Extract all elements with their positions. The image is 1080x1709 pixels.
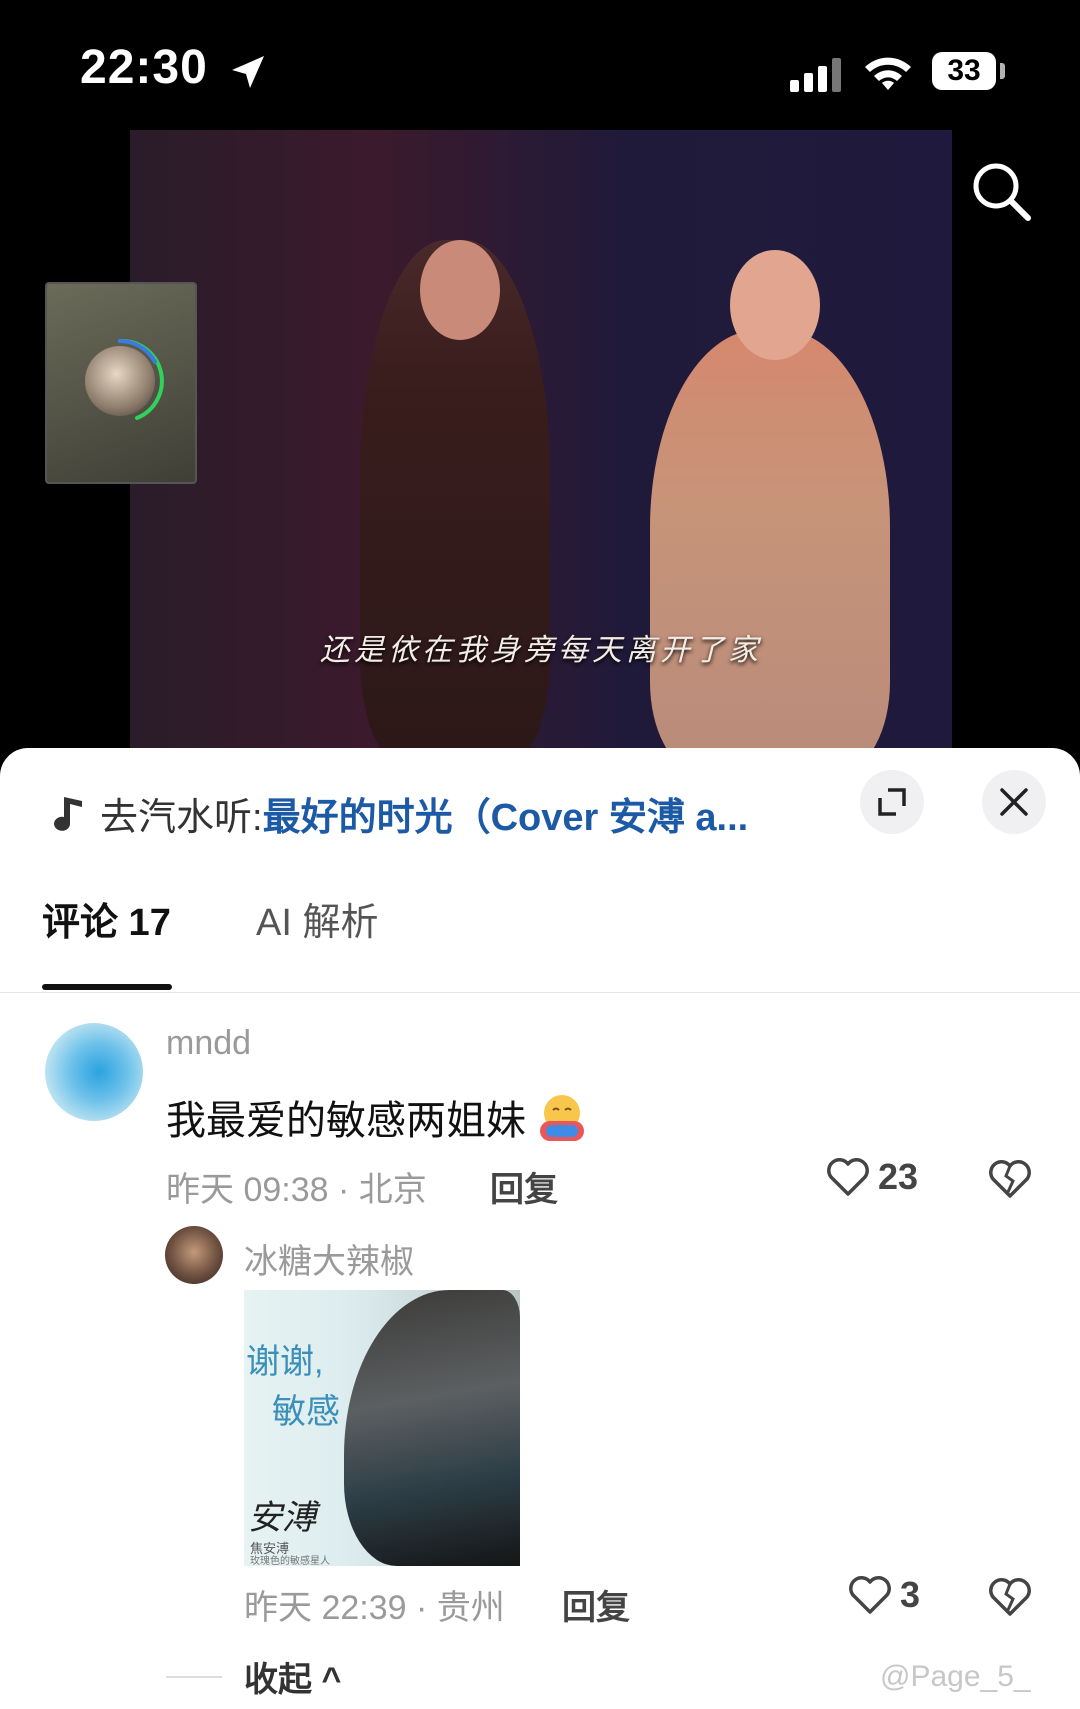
singer-left-head <box>420 240 500 340</box>
comment-text: 我最爱的敏感两姐妹 <box>166 1088 588 1146</box>
singer-right <box>650 330 890 750</box>
avatar[interactable] <box>165 1226 223 1284</box>
battery-indicator: 33 <box>932 52 996 90</box>
sticker-hair-shape <box>344 1290 520 1566</box>
expand-button[interactable] <box>860 770 924 834</box>
video-player[interactable]: 还是依在我身旁每天离开了家 <box>130 130 952 750</box>
avatar[interactable] <box>45 1023 143 1121</box>
cellular-signal-icon <box>790 58 841 92</box>
comment-username[interactable]: mndd <box>166 1024 251 1063</box>
music-prefix: 去汽水听: <box>100 796 263 839</box>
tab-ai-analysis[interactable]: AI 解析 <box>256 888 378 992</box>
status-bar: 22:30 33 <box>0 0 1080 130</box>
reply-username[interactable]: 冰糖大辣椒 <box>244 1234 414 1283</box>
comment-sheet: 去汽水听: 最好的时光（Cover 安溥 a... 评论 17 AI 解析 mn… <box>0 748 1080 1709</box>
tab-comments[interactable]: 评论 17 <box>42 888 171 992</box>
like-button[interactable]: 23 <box>826 1156 918 1198</box>
active-tab-underline <box>42 984 172 990</box>
status-time: 22:30 <box>80 41 208 94</box>
reply-meta: 昨天 22:39 · 贵州 <box>244 1589 505 1627</box>
music-link-row[interactable]: 去汽水听: 最好的时光（Cover 安溥 a... <box>50 786 749 841</box>
search-icon[interactable] <box>970 160 1034 224</box>
wifi-icon <box>865 57 911 90</box>
broken-heart-icon[interactable] <box>988 1576 1032 1618</box>
heart-icon <box>849 1576 891 1614</box>
heart-icon <box>827 1158 869 1196</box>
collapse-label: 收起 ^ <box>244 1661 342 1699</box>
battery-tip <box>1000 63 1005 79</box>
sticker-text-line1: 谢谢, <box>246 1343 324 1381</box>
music-note-icon <box>54 797 82 831</box>
comment-meta: 昨天 09:38 · 北京 <box>166 1171 427 1209</box>
like-count: 23 <box>878 1156 919 1197</box>
like-count: 3 <box>900 1574 921 1615</box>
hug-emoji-icon <box>540 1095 584 1141</box>
sticker-text-line2: 敏感 <box>272 1393 340 1431</box>
like-button[interactable]: 3 <box>848 1574 920 1616</box>
reply-button[interactable]: 回复 <box>562 1580 630 1629</box>
sticker-caption-small: 玫瑰色的敏感星人 <box>250 1556 330 1566</box>
comment-body: 我最爱的敏感两姐妹 <box>166 1099 526 1143</box>
floating-mini-player[interactable] <box>45 282 197 484</box>
video-subtitle: 还是依在我身旁每天离开了家 <box>320 633 762 668</box>
location-arrow-icon <box>232 56 264 88</box>
broken-heart-icon[interactable] <box>988 1158 1032 1200</box>
reply-button[interactable]: 回复 <box>490 1162 558 1211</box>
singer-right-head <box>730 250 820 360</box>
progress-ring-icon <box>118 338 164 420</box>
collapse-replies[interactable]: 收起 ^ <box>166 1652 341 1701</box>
watermark: @Page_5_ <box>880 1660 1031 1693</box>
collapse-divider <box>166 1675 222 1678</box>
music-title-link[interactable]: 最好的时光（Cover 安溥 a... <box>263 786 749 841</box>
close-icon <box>1000 788 1028 816</box>
tab-bar: 评论 17 AI 解析 <box>0 888 1080 993</box>
expand-icon <box>878 788 906 816</box>
reply-image-sticker[interactable]: 谢谢, 敏感 安溥 焦安溥 玫瑰色的敏感星人 <box>244 1290 520 1566</box>
close-button[interactable] <box>982 770 1046 834</box>
sticker-signature: 安溥 <box>248 1498 316 1538</box>
